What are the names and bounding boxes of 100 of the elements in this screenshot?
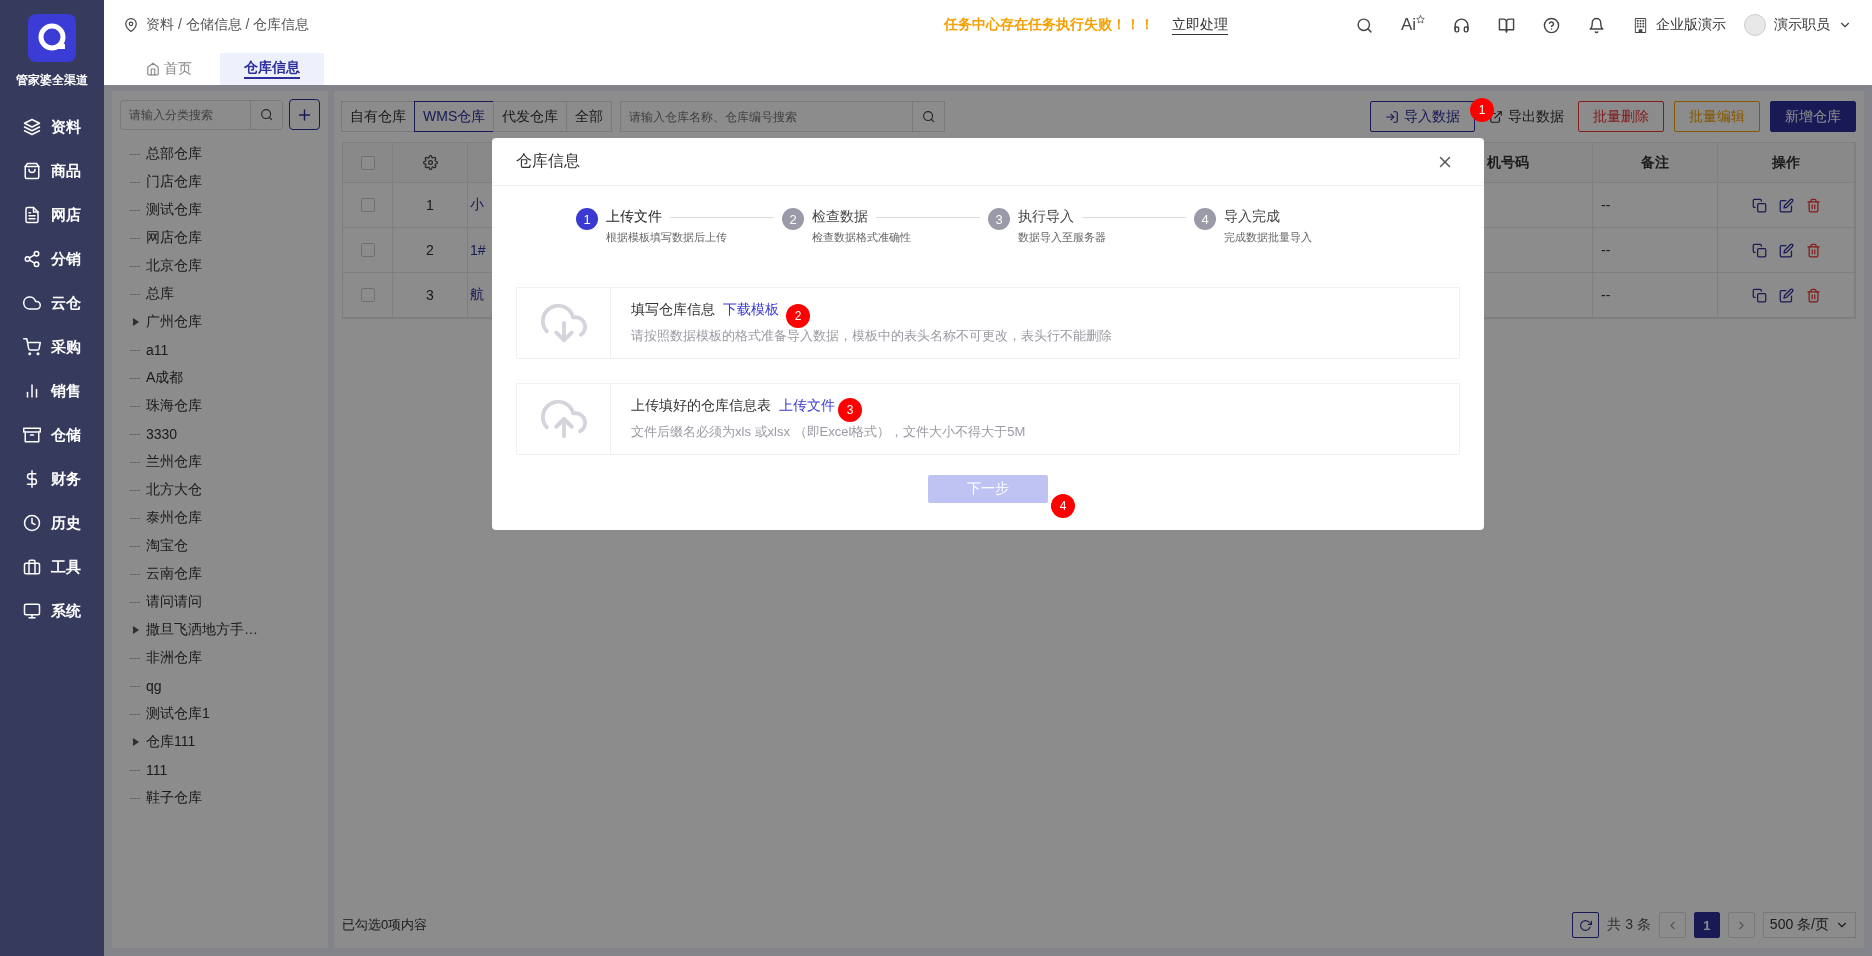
tree-item[interactable]: 兰州仓库 <box>146 453 202 471</box>
tree-item[interactable]: 111 <box>146 762 168 778</box>
tree-item[interactable]: 北京仓库 <box>146 257 202 275</box>
tree-item[interactable]: 门店仓库 <box>146 173 202 191</box>
warehouse-search-box[interactable]: 请输入仓库名称、仓库编号搜索 <box>620 101 946 132</box>
dialog-title: 仓库信息 <box>516 151 580 171</box>
company-name[interactable]: 企业版演示 <box>1656 16 1726 34</box>
import-button[interactable]: 导入数据 <box>1370 101 1475 132</box>
tree-item[interactable]: 淘宝仓 <box>146 537 188 555</box>
page-tab[interactable]: 仓库信息 <box>220 53 324 85</box>
row-checkbox[interactable] <box>360 198 375 212</box>
app-logo <box>28 14 76 62</box>
page-tab[interactable]: 首页 <box>122 53 216 85</box>
tree-item[interactable]: 总库 <box>146 285 174 303</box>
warehouse-search-field[interactable]: 请输入仓库名称、仓库编号搜索 <box>621 109 913 124</box>
tree-item[interactable]: a11 <box>146 342 169 358</box>
add-button[interactable] <box>289 99 320 130</box>
tree-item[interactable]: 网店仓库 <box>146 229 202 247</box>
copy-icon[interactable] <box>1751 242 1767 258</box>
book-icon[interactable] <box>1498 16 1515 34</box>
export-icon <box>1489 109 1503 124</box>
warehouse-name-link[interactable]: 1# <box>470 242 486 258</box>
tree-item[interactable]: 测试仓库1 <box>146 705 210 723</box>
step-description: 根据模板填写数据后上传 <box>606 230 728 245</box>
tree-item[interactable]: 珠海仓库 <box>146 397 202 415</box>
tree-item[interactable]: 云南仓库 <box>146 565 202 583</box>
select-all-checkbox[interactable] <box>360 155 375 170</box>
step-number: 2 <box>782 208 804 230</box>
row-checkbox[interactable] <box>360 288 375 302</box>
sidebar-item[interactable]: 工具 <box>23 545 81 589</box>
delete-icon[interactable] <box>1805 242 1821 258</box>
upload-file-link[interactable]: 上传文件 <box>779 397 835 415</box>
user-name[interactable]: 演示职员 <box>1774 16 1830 34</box>
action-button[interactable]: 批量删除 <box>1578 101 1664 132</box>
column-header: 操作 <box>1772 153 1800 172</box>
sidebar-item[interactable]: 商品 <box>23 149 81 193</box>
sparkle-icon <box>1416 15 1425 24</box>
settings-icon[interactable] <box>422 155 438 170</box>
filter-tab[interactable]: 自有仓库 <box>341 101 415 132</box>
tree-item[interactable]: 请问请问 <box>146 593 202 611</box>
page-button[interactable]: 1 <box>1693 912 1720 938</box>
tree-item[interactable]: 测试仓库 <box>146 201 202 219</box>
headset-icon[interactable] <box>1453 16 1470 34</box>
tree-item[interactable]: 3330 <box>146 426 178 442</box>
help-icon[interactable] <box>1543 16 1560 34</box>
tree-item[interactable]: qg <box>146 678 162 694</box>
sidebar-item[interactable]: 分销 <box>23 237 81 281</box>
delete-icon[interactable] <box>1805 287 1821 303</box>
search-button[interactable] <box>250 100 282 129</box>
edit-icon[interactable] <box>1778 197 1794 213</box>
ai-button[interactable]: Ai <box>1400 15 1425 35</box>
edit-icon[interactable] <box>1778 287 1794 303</box>
sidebar-item[interactable]: 销售 <box>23 369 81 413</box>
sidebar-item[interactable]: 资料 <box>23 105 81 149</box>
sidebar-item[interactable]: 采购 <box>23 325 81 369</box>
card-hint: 请按照数据模板的格式准备导入数据，模板中的表头名称不可更改，表头行不能删除 <box>631 327 1112 345</box>
filter-tab[interactable]: WMS仓库 <box>414 101 495 132</box>
refresh-icon <box>1579 918 1593 932</box>
caret-icon[interactable] <box>132 738 140 746</box>
download-template-link[interactable]: 下载模板 <box>723 301 779 319</box>
delete-icon[interactable] <box>1805 197 1821 213</box>
row-checkbox[interactable] <box>360 243 375 257</box>
copy-icon[interactable] <box>1751 287 1767 303</box>
search-icon[interactable] <box>1355 16 1373 34</box>
caret-icon[interactable] <box>132 318 140 326</box>
tree-item[interactable]: 泰州仓库 <box>146 509 202 527</box>
tree-item[interactable]: 总部仓库 <box>146 145 202 163</box>
filter-tab[interactable]: 全部 <box>566 101 613 132</box>
copy-icon[interactable] <box>1751 197 1767 213</box>
tree-item[interactable]: 广州仓库 <box>146 313 202 331</box>
caret-icon[interactable] <box>132 626 140 634</box>
category-search-field[interactable]: 请输入分类搜索 <box>121 107 250 122</box>
action-button[interactable]: 新增仓库 <box>1770 101 1856 132</box>
filter-tab[interactable]: 代发仓库 <box>493 101 568 132</box>
refresh-button[interactable] <box>1572 912 1600 938</box>
building-icon <box>1633 17 1648 33</box>
warehouse-name-link[interactable]: 航 <box>470 286 484 304</box>
bell-icon[interactable] <box>1588 16 1605 34</box>
tree-item[interactable]: 北方大仓 <box>146 481 202 499</box>
sidebar-item[interactable]: 网店 <box>23 193 81 237</box>
edit-icon[interactable] <box>1778 242 1794 258</box>
tree-item[interactable]: A成都 <box>146 369 184 387</box>
tree-item[interactable]: 仓库111 <box>146 733 196 751</box>
menu-icon <box>23 162 41 180</box>
location-pin-icon <box>124 18 138 32</box>
sidebar-item[interactable]: 仓储 <box>23 413 81 457</box>
tree-item[interactable]: 撒旦飞洒地方手… <box>146 621 258 639</box>
row-index: 1 <box>426 197 434 213</box>
step-number: 4 <box>1194 208 1216 230</box>
sidebar-item[interactable]: 历史 <box>23 501 81 545</box>
category-search-box[interactable]: 请输入分类搜索 <box>120 99 283 130</box>
sidebar-item[interactable]: 财务 <box>23 457 81 501</box>
tree-item[interactable]: 鞋子仓库 <box>146 789 202 807</box>
warehouse-name-link[interactable]: 小 <box>470 196 484 214</box>
handle-now-link[interactable]: 立即处理 <box>1171 15 1228 35</box>
page-size-select[interactable]: 500 条/页 <box>1762 912 1856 938</box>
sidebar-item[interactable]: 系统 <box>23 589 81 633</box>
sidebar-item[interactable]: 云仓 <box>23 281 81 325</box>
menu-icon <box>23 338 41 356</box>
tree-item[interactable]: 非洲仓库 <box>146 649 202 667</box>
